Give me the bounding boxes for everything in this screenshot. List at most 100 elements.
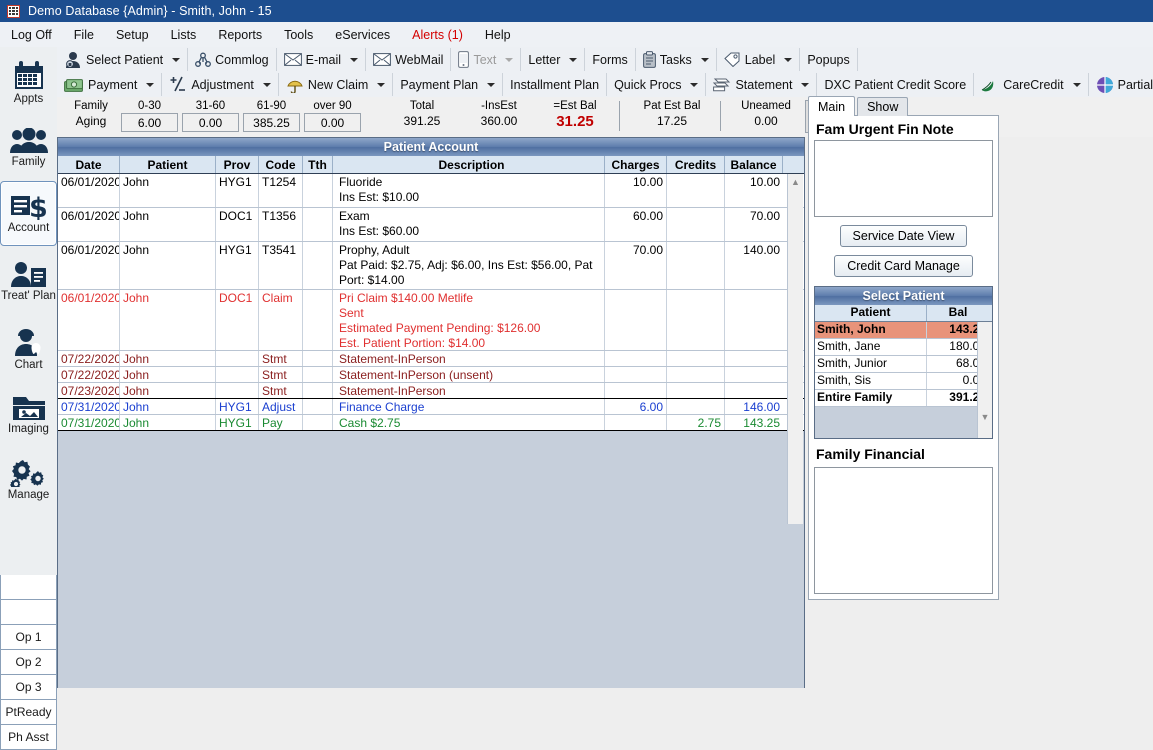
quick-procs-button[interactable]: Quick Procs: [607, 73, 707, 96]
rail-slot-empty-1[interactable]: [0, 575, 57, 600]
adjustment-button[interactable]: Adjustment: [162, 73, 279, 96]
menu-item-reports[interactable]: Reports: [207, 25, 273, 45]
column-header-tth[interactable]: Tth: [303, 156, 333, 173]
sidebar-item-account[interactable]: $ Account: [0, 181, 57, 246]
select-patient-scrollbar[interactable]: ▼: [977, 322, 992, 438]
chevron-down-icon[interactable]: [569, 57, 578, 62]
tab-main[interactable]: Main: [808, 96, 856, 116]
service-date-view-button[interactable]: Service Date View: [839, 225, 968, 247]
menu-item-help[interactable]: Help: [474, 25, 522, 45]
aging-bucket-0-30[interactable]: 6.00: [121, 113, 178, 132]
scroll-down-icon[interactable]: ▼: [978, 410, 992, 424]
sidebar-item-imaging[interactable]: Imaging: [0, 383, 57, 448]
chevron-down-icon[interactable]: [172, 57, 181, 62]
label-button[interactable]: Label: [717, 48, 801, 71]
menu-item-log-off[interactable]: Log Off: [0, 25, 63, 45]
menu-item-alerts[interactable]: Alerts (1): [401, 25, 474, 45]
chevron-down-icon[interactable]: [690, 82, 699, 87]
chevron-down-icon[interactable]: [262, 82, 271, 87]
cell-tth: [303, 208, 333, 241]
column-header-balance[interactable]: Balance: [725, 156, 783, 173]
column-header-credits[interactable]: Credits: [667, 156, 725, 173]
rail-slot-empty-2[interactable]: [0, 600, 57, 625]
column-header-date[interactable]: Date: [58, 156, 120, 173]
chevron-down-icon[interactable]: [784, 57, 793, 62]
cell-credits: [667, 399, 725, 414]
tab-show[interactable]: Show: [857, 97, 909, 116]
account-scrollbar[interactable]: ▲: [787, 174, 803, 524]
patient-name: Smith, Junior: [815, 356, 927, 372]
sidebar-item-appts[interactable]: Appts: [0, 51, 57, 116]
forms-button[interactable]: Forms: [585, 48, 636, 71]
column-header-code[interactable]: Code: [259, 156, 303, 173]
rail-slot-op-2[interactable]: Op 2: [0, 650, 57, 675]
table-row[interactable]: 07/31/2020 John HYG1 Adjust Finance Charge 6.…: [58, 399, 804, 415]
popups-button[interactable]: Popups: [800, 48, 858, 71]
aging-row-label-1: Family: [74, 100, 108, 112]
menu-item-lists[interactable]: Lists: [160, 25, 208, 45]
table-row[interactable]: 07/22/2020 John Stmt Statement-InPerson (un…: [58, 367, 804, 383]
webmail-button[interactable]: WebMail: [366, 48, 452, 71]
credit-card-manage-button[interactable]: Credit Card Manage: [834, 255, 973, 277]
payment-plan-button[interactable]: Payment Plan: [393, 73, 504, 96]
menu-item-eservices[interactable]: eServices: [324, 25, 401, 45]
table-row[interactable]: 07/31/2020 John HYG1 Pay Cash $2.75 2.75 143.2…: [58, 415, 804, 431]
rail-slot-ph-asst[interactable]: Ph Asst: [0, 725, 57, 750]
list-item[interactable]: Smith, Jane 180.00: [815, 339, 992, 356]
menu-item-file[interactable]: File: [63, 25, 105, 45]
aging-bucket-31-60[interactable]: 0.00: [182, 113, 239, 132]
column-header-prov[interactable]: Prov: [216, 156, 259, 173]
chevron-down-icon[interactable]: [700, 57, 709, 62]
menu-item-tools[interactable]: Tools: [273, 25, 324, 45]
chevron-down-icon[interactable]: [350, 57, 359, 62]
column-header-description[interactable]: Description: [333, 156, 605, 173]
cell-tth: [303, 399, 333, 414]
chevron-down-icon[interactable]: [377, 82, 386, 87]
table-row[interactable]: 06/01/2020 John DOC1 Claim Pri Claim $140.00…: [58, 290, 804, 351]
scroll-up-icon[interactable]: ▲: [788, 174, 803, 189]
table-row[interactable]: 07/23/2020 John Stmt Statement-InPerson: [58, 383, 804, 399]
dxc-patient-credit-score-button[interactable]: DXC Patient Credit Score: [817, 73, 975, 96]
table-row[interactable]: 06/01/2020 John HYG1 T1254 Fluoride Ins Est:…: [58, 174, 804, 208]
aging-bucket-61-90[interactable]: 385.25: [243, 113, 300, 132]
chevron-down-icon: [505, 57, 514, 62]
list-item[interactable]: Entire Family 391.25: [815, 390, 992, 407]
menu-item-setup[interactable]: Setup: [105, 25, 160, 45]
chevron-down-icon[interactable]: [1072, 82, 1081, 87]
toolbar-label: CareCredit: [1003, 77, 1064, 92]
sidebar-item-family[interactable]: Family: [0, 116, 57, 181]
commlog-button[interactable]: Commlog: [188, 48, 277, 71]
sidebar-item-treat-plan[interactable]: Treat' Plan: [0, 246, 57, 318]
select-patient-button[interactable]: Select Patient: [57, 48, 189, 71]
column-header-charges[interactable]: Charges: [605, 156, 667, 173]
statement-button[interactable]: Statement: [706, 73, 818, 96]
rail-slot-ptready[interactable]: PtReady: [0, 700, 57, 725]
column-header-patient[interactable]: Patient: [120, 156, 216, 173]
fam-urgent-fin-note-field[interactable]: [814, 140, 993, 217]
email-button[interactable]: E-mail: [277, 48, 367, 71]
rail-slot-op-1[interactable]: Op 1: [0, 625, 57, 650]
new-claim-button[interactable]: New Claim: [279, 73, 394, 96]
sidebar-item-manage[interactable]: Manage: [0, 448, 57, 513]
installment-plan-button[interactable]: Installment Plan: [503, 73, 608, 96]
chevron-down-icon[interactable]: [487, 82, 496, 87]
list-item[interactable]: Smith, Junior 68.00: [815, 356, 992, 373]
family-financial-field[interactable]: [814, 467, 993, 594]
partially-payment-plan-button[interactable]: Partially Payment Plan: [1089, 73, 1153, 96]
tasks-button[interactable]: Tasks: [636, 48, 717, 71]
table-row[interactable]: 06/01/2020 John DOC1 T1356 Exam Ins Est: $60…: [58, 208, 804, 242]
chevron-down-icon[interactable]: [801, 82, 810, 87]
payment-button[interactable]: Payment: [57, 73, 163, 96]
cell-code: T3541: [259, 242, 303, 289]
cell-patient: John: [120, 399, 216, 414]
table-row[interactable]: 07/22/2020 John Stmt Statement-InPerson: [58, 351, 804, 367]
aging-bucket-over-90[interactable]: 0.00: [304, 113, 361, 132]
table-row[interactable]: 06/01/2020 John HYG1 T3541 Prophy, Adult Pat…: [58, 242, 804, 290]
cell-credits: [667, 351, 725, 366]
list-item[interactable]: Smith, John 143.25: [815, 322, 992, 339]
carecredit-button[interactable]: CareCredit: [974, 73, 1089, 96]
letter-button[interactable]: Letter: [521, 48, 586, 71]
list-item[interactable]: Smith, Sis 0.00: [815, 373, 992, 390]
sidebar-item-chart[interactable]: Chart: [0, 318, 57, 383]
chevron-down-icon[interactable]: [146, 82, 155, 87]
